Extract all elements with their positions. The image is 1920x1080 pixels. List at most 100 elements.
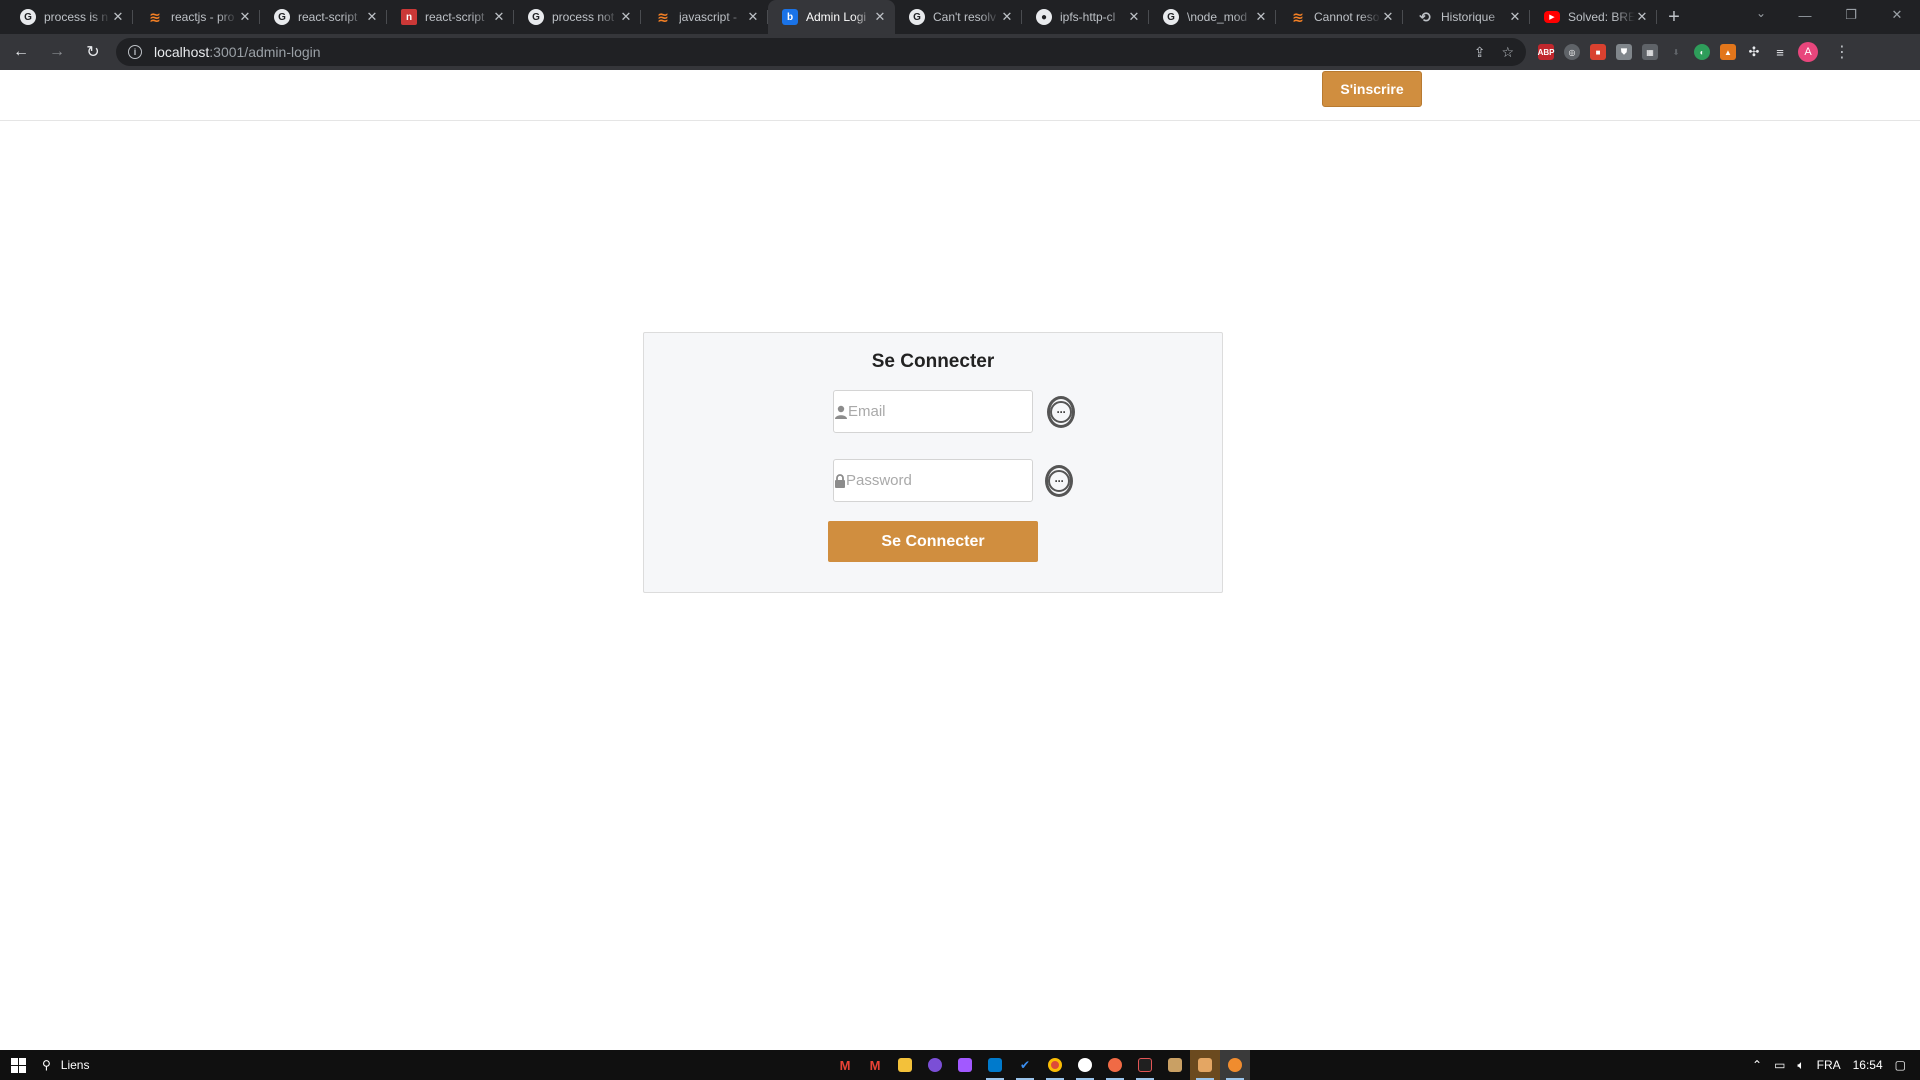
purple-app-icon[interactable] [920, 1050, 950, 1080]
gmail-icon[interactable]: M [830, 1050, 860, 1080]
close-tab-icon[interactable]: ✕ [492, 9, 506, 25]
browser-tab[interactable]: G \node_mod ✕ [1149, 0, 1276, 34]
npm-icon: n [401, 9, 417, 25]
network-icon[interactable]: ▭ [1774, 1058, 1785, 1072]
adblock-icon[interactable]: ABP [1538, 44, 1554, 60]
history-icon: ⟲ [1419, 8, 1431, 25]
close-window-icon[interactable]: ✕ [1874, 0, 1920, 30]
extensions-area: ABP ◎ ■ ⛊ ▦ ⬇ ◐ ▲ ✣ ≡ A ⋮ [1538, 42, 1850, 62]
download-icon[interactable]: ⬇ [1668, 44, 1684, 60]
tab-title: \node_mod [1187, 10, 1248, 24]
restore-icon[interactable]: ❐ [1828, 0, 1874, 30]
site-info-icon[interactable]: i [128, 45, 142, 59]
tab-title: Historique [1441, 10, 1496, 24]
tray-chevron-icon[interactable]: ⌃ [1752, 1058, 1762, 1072]
sidebar-extension-icon[interactable]: ▦ [1642, 44, 1658, 60]
notifications-icon[interactable]: ▢ [1895, 1058, 1906, 1072]
new-tab-button[interactable]: + [1657, 0, 1691, 34]
forward-arrow-icon[interactable]: → [42, 37, 72, 67]
browser-tab[interactable]: ≋ Cannot reso ✕ [1276, 0, 1403, 34]
close-tab-icon[interactable]: ✕ [746, 9, 760, 25]
login-title: Se Connecter [871, 351, 995, 372]
browser-tab[interactable]: ≋ javascript - ✕ [641, 0, 768, 34]
close-tab-icon[interactable]: ✕ [1000, 9, 1014, 25]
metamask-icon[interactable]: ▲ [1720, 44, 1736, 60]
tab-title: javascript - [679, 10, 738, 24]
profile-avatar[interactable]: A [1798, 42, 1818, 62]
browser-tab[interactable]: n react-script ✕ [387, 0, 514, 34]
close-tab-icon[interactable]: ✕ [365, 9, 379, 25]
close-tab-icon[interactable]: ✕ [1635, 9, 1649, 25]
login-card: Se Connecter Se Connecter [643, 332, 1223, 593]
tab-title: Cannot reso [1314, 10, 1380, 24]
browser-tab-active[interactable]: b Admin Logi ✕ [768, 0, 895, 34]
tab-title: Admin Logi [806, 10, 867, 24]
file-explorer-icon[interactable] [890, 1050, 920, 1080]
email-field[interactable] [833, 390, 1075, 433]
close-tab-icon[interactable]: ✕ [1254, 9, 1268, 25]
close-tab-icon[interactable]: ✕ [619, 9, 633, 25]
browser-tab[interactable]: ⟲ Historique ✕ [1403, 0, 1530, 34]
browser-tab[interactable]: Gprocess not ✕ [514, 0, 641, 34]
gmail-icon[interactable]: M [860, 1050, 890, 1080]
reload-icon[interactable]: ↻ [78, 37, 108, 67]
windows-taskbar: ⚲ Liens M M ✔ ⌃ ▭ 🔈︎ FRA 16:54 ▢ [0, 1050, 1920, 1080]
browser-tab[interactable]: ▶ Solved: BRE ✕ [1530, 0, 1657, 34]
login-submit-button[interactable]: Se Connecter [828, 521, 1038, 562]
clock[interactable]: 16:54 [1853, 1058, 1883, 1072]
close-tab-icon[interactable]: ✕ [1508, 9, 1522, 25]
browser-tab[interactable]: G Can't resolv ✕ [895, 0, 1022, 34]
volume-icon[interactable]: 🔈︎ [1797, 1058, 1804, 1073]
browser-tab[interactable]: ● ipfs-http-cl ✕ [1022, 0, 1149, 34]
github-icon: ● [1036, 9, 1052, 25]
password-input[interactable] [846, 472, 1045, 489]
password-manager-icon[interactable] [1045, 464, 1073, 497]
browser-menu-icon[interactable]: ⋮ [1834, 42, 1850, 62]
reading-list-icon[interactable]: ≡ [1772, 44, 1788, 60]
browser-toolbar: ← → ↻ i localhost:3001/admin-login ⇪ ☆ A… [0, 34, 1920, 70]
metamask-taskbar-icon[interactable] [1220, 1050, 1250, 1080]
bookmark-star-icon[interactable]: ☆ [1501, 44, 1514, 61]
orange-app-icon[interactable] [1100, 1050, 1130, 1080]
shield-icon[interactable]: ⛊ [1616, 44, 1632, 60]
tab-title: process not [552, 10, 615, 24]
stackoverflow-icon: ≋ [149, 8, 161, 25]
taskbar-search[interactable]: ⚲ Liens [42, 1058, 89, 1072]
address-bar[interactable]: i localhost:3001/admin-login ⇪ ☆ [116, 38, 1526, 66]
tab-search-chevron-icon[interactable]: ⌄ [1756, 6, 1766, 20]
user-icon [834, 405, 848, 419]
minimize-icon[interactable]: — [1782, 0, 1828, 30]
ganache-icon[interactable] [1190, 1050, 1220, 1080]
close-tab-icon[interactable]: ✕ [238, 9, 252, 25]
tab-title: Solved: BRE [1568, 10, 1635, 24]
password-field[interactable] [833, 459, 1073, 502]
google-icon: G [528, 9, 544, 25]
browser-tab[interactable]: Greact-script ✕ [260, 0, 387, 34]
todo-icon[interactable]: ✔ [1010, 1050, 1040, 1080]
browser-tab[interactable]: Gprocess is n ✕ [6, 0, 133, 34]
close-tab-icon[interactable]: ✕ [1381, 9, 1395, 25]
language-indicator[interactable]: FRA [1817, 1058, 1841, 1072]
tab-title: Can't resolv [933, 10, 996, 24]
back-arrow-icon[interactable]: ← [6, 37, 36, 67]
chrome-icon[interactable] [1040, 1050, 1070, 1080]
password-manager-icon[interactable] [1047, 395, 1075, 428]
close-tab-icon[interactable]: ✕ [1127, 9, 1141, 25]
puzzle-extensions-icon[interactable]: ✣ [1746, 44, 1762, 60]
signup-button[interactable]: S'inscrire [1322, 71, 1422, 107]
close-tab-icon[interactable]: ✕ [873, 9, 887, 25]
email-input[interactable] [848, 403, 1047, 420]
target-extension-icon[interactable]: ◎ [1564, 44, 1580, 60]
vscode-icon[interactable] [980, 1050, 1010, 1080]
browser-tab[interactable]: ≋ reactjs - pro ✕ [133, 0, 260, 34]
windows-start-icon[interactable] [0, 1050, 36, 1080]
red-extension-icon[interactable]: ■ [1590, 44, 1606, 60]
info-app-icon[interactable] [1070, 1050, 1100, 1080]
figma-icon[interactable] [950, 1050, 980, 1080]
green-extension-icon[interactable]: ◐ [1694, 44, 1710, 60]
tab-title: react-script [425, 10, 485, 24]
package-app-icon[interactable] [1160, 1050, 1190, 1080]
share-icon[interactable]: ⇪ [1474, 44, 1486, 61]
close-tab-icon[interactable]: ✕ [111, 9, 125, 25]
terminal-icon[interactable] [1130, 1050, 1160, 1080]
